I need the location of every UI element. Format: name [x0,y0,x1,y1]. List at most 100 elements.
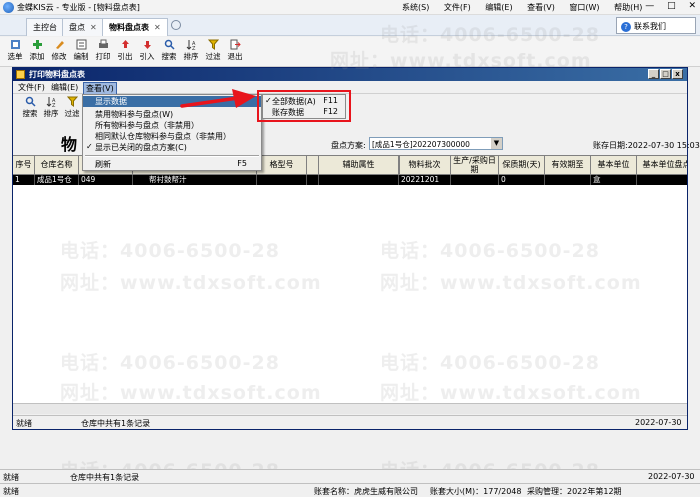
cell [545,175,591,185]
import-icon [143,41,151,49]
plan-select[interactable]: [成品1号仓]202207300000 ▼ [369,137,503,150]
cell: 成品1号仓 [35,175,79,185]
app-title-bar: 金蝶KIS云 - 专业版 - [物料盘点表] 系统(S) 文件(F) 编辑(E)… [0,0,700,15]
menu-window[interactable]: 窗口(W) [569,3,599,12]
svg-text:Z: Z [192,46,196,50]
col-header[interactable]: 仓库名称 [35,156,79,175]
horizontal-scrollbar[interactable] [13,403,687,414]
window-controls: — □ ✕ [635,1,696,11]
tab-console[interactable]: 主控台 [26,18,64,36]
cell: 049 [79,175,133,185]
col-header[interactable]: 物料批次 [399,156,451,175]
account-size: 账套大小(M)：177/2048 [430,487,522,496]
select-button[interactable]: 选单 [6,39,24,65]
child-menu-edit[interactable]: 编辑(E) [49,82,80,93]
menu-item-label: 刷新 [95,160,111,169]
tab-material-count-report[interactable]: 物料盘点表 ✕ [102,18,168,36]
menu-item-same-default-warehouse[interactable]: 相同默认仓库物料参与盘点（非禁用） [83,131,261,142]
status-date: 2022-07-30 [635,418,682,427]
menu-item-label: 相同默认仓库物料参与盘点（非禁用） [95,132,231,141]
app-status-bar: 就绪 仓库中共有1条记录 2022-07-30 [0,469,700,482]
contact-us-label: 联系我们 [634,22,666,31]
status-ready: 就绪 [16,419,32,428]
menu-item-shortcut: F5 [237,159,247,168]
toolbar-label: 打印 [95,52,111,61]
menu-system[interactable]: 系统(S) [402,3,429,12]
svg-text:Z: Z [52,103,56,107]
child-search-button[interactable]: 搜索 [21,96,39,122]
search-button[interactable]: 搜索 [160,39,178,65]
export-icon [121,40,129,48]
col-header[interactable] [307,156,319,175]
tab-label: 盘点 [69,23,85,32]
edit-icon [55,41,64,49]
col-header[interactable]: 基本单位 [591,156,637,175]
account-status-bar: 就绪 账套名称：虎虎生威有限公司 账套大小(M)：177/2048 采购管理：2… [0,483,700,497]
tab-count[interactable]: 盘点 ✕ [62,18,104,36]
toolbar-label: 修改 [51,52,67,61]
cell [637,175,687,185]
col-header[interactable]: 辅助属性 [319,156,399,175]
select-icon [10,40,20,49]
acct-date-label: 账存日期: [593,141,628,150]
cell [307,175,319,185]
sort-button[interactable]: AZ 排序 [182,39,200,65]
plan-label: 盘点方案: [331,141,366,150]
compile-button[interactable]: 编制 [72,39,90,65]
add-tab-icon[interactable] [171,20,181,30]
cell [319,175,399,185]
exit-button[interactable]: 退出 [226,39,244,65]
minimize-button[interactable]: — [645,1,654,11]
child-status-bar: 就绪 仓库中共有1条记录 2022-07-30 [13,415,687,429]
search-icon [164,39,175,50]
col-header[interactable]: 有效期至 [545,156,591,175]
status-records: 仓库中共有1条记录 [70,473,140,482]
add-button[interactable]: 添加 [28,39,46,65]
menu-file[interactable]: 文件(F) [444,3,471,12]
child-filter-button[interactable]: 过滤 [63,96,81,122]
print-icon [98,39,108,48]
chevron-down-icon[interactable]: ▼ [491,138,502,149]
status-records: 仓库中共有1条记录 [81,419,151,428]
main-toolbar: 选单 添加 修改 编制 打印 引出 引入 搜索 AZ 排序 过滤 退出 [0,37,700,67]
child-maximize-button[interactable]: □ [660,69,671,79]
filter-icon [66,96,78,107]
menu-item-show-closed-plans[interactable]: ✓ 显示已关闭的盘点方案(C) [83,142,261,153]
child-minimize-button[interactable]: _ [648,69,659,79]
menu-item-all-materials[interactable]: 所有物料参与盘点（非禁用） [83,120,261,131]
print-button[interactable]: 打印 [94,39,112,65]
plan-select-value: [成品1号仓]202207300000 [372,140,470,149]
menu-item-refresh[interactable]: 刷新 F5 [83,159,261,170]
help-icon: ? [621,22,631,32]
contact-us-button[interactable]: ? 联系我们 [616,17,696,34]
filter-button[interactable]: 过滤 [204,39,222,65]
tab-close-icon[interactable]: ✕ [154,23,161,32]
filter-icon [207,39,219,50]
edit-button[interactable]: 修改 [50,39,68,65]
child-sort-button[interactable]: AZ 排序 [42,96,60,122]
table-row[interactable]: 1 成品1号仓 049 帮衬鼓帮汁 20221201 0 盒 [13,175,687,185]
cell: 1 [13,175,35,185]
child-close-button[interactable]: x [672,69,683,79]
col-header[interactable]: 基本单位盘点 [637,156,688,175]
menu-view[interactable]: 查看(V) [527,3,555,12]
col-header[interactable]: 序号 [13,156,35,175]
sort-icon: AZ [186,40,196,50]
status-date: 2022-07-30 [648,472,695,481]
col-header[interactable]: 保质期(天) [499,156,545,175]
toolbar-label: 编制 [73,52,89,61]
maximize-button[interactable]: □ [667,1,676,11]
import-button[interactable]: 引入 [138,39,156,65]
tab-label: 主控台 [33,23,57,32]
menu-edit[interactable]: 编辑(E) [485,3,512,12]
child-menu-file[interactable]: 文件(F) [16,82,47,93]
child-title-bar: 打印物料盘点表 _ □ x [13,68,687,81]
compile-icon [76,39,86,50]
tab-close-icon[interactable]: ✕ [90,23,97,32]
cell: 盒 [591,175,637,185]
close-button[interactable]: ✕ [688,1,696,11]
col-header[interactable]: 生产/采购日期 [451,156,499,175]
export-button[interactable]: 引出 [116,39,134,65]
acct-date-value: 2022-07-30 15:03 [627,141,700,150]
col-header[interactable]: 格型号 [257,156,307,175]
